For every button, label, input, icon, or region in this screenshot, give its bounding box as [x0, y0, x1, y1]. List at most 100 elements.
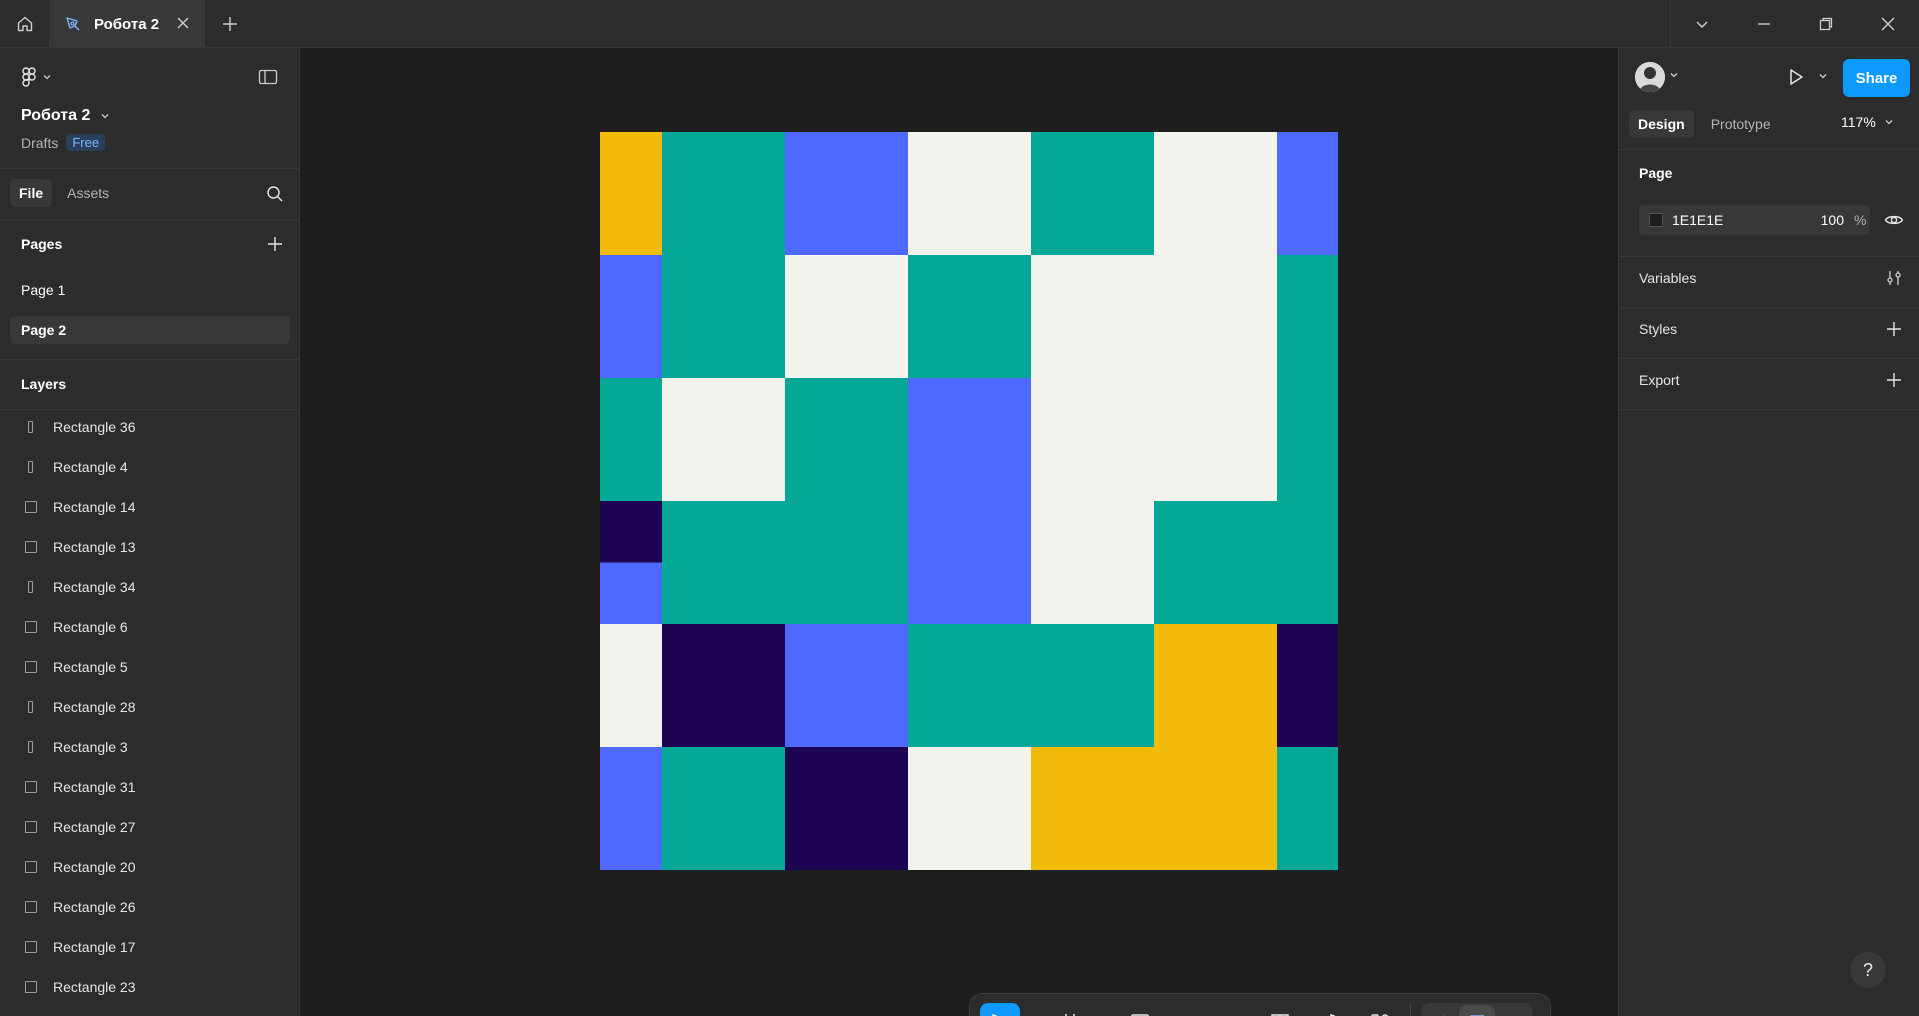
tab-design[interactable]: Design — [1629, 110, 1694, 138]
artboard[interactable] — [600, 132, 1338, 870]
zoom-menu[interactable]: 117% — [1841, 114, 1894, 130]
styles-label[interactable]: Styles — [1639, 321, 1677, 337]
export-label[interactable]: Export — [1639, 372, 1679, 388]
layer-item[interactable]: Rectangle 6 — [0, 607, 299, 647]
layer-item[interactable]: Rectangle 31 — [0, 767, 299, 807]
frame-tool[interactable] — [1050, 1003, 1090, 1016]
artboard-rectangle[interactable] — [661, 624, 785, 747]
artboard-rectangle[interactable] — [600, 747, 662, 870]
file-location[interactable]: Drafts — [21, 135, 58, 151]
layer-item[interactable]: Rectangle 5 — [0, 647, 299, 687]
layer-item[interactable]: Rectangle 14 — [0, 487, 299, 527]
layer-item[interactable]: Rectangle 26 — [0, 887, 299, 927]
artboard-rectangle[interactable] — [784, 378, 908, 501]
tab-prototype[interactable]: Prototype — [1702, 110, 1780, 138]
layer-item[interactable]: Rectangle 4 — [0, 447, 299, 487]
tabs-menu-button[interactable] — [1671, 0, 1733, 48]
add-style-button[interactable] — [1885, 320, 1903, 338]
pages-header[interactable]: Pages — [21, 236, 62, 252]
artboard-rectangle[interactable] — [600, 255, 662, 378]
page-item-page-1[interactable]: Page 1 — [10, 276, 290, 304]
artboard-rectangle[interactable] — [784, 255, 908, 378]
file-tab[interactable]: Робота 2 — [50, 0, 205, 48]
home-button[interactable] — [0, 0, 50, 48]
layer-item[interactable]: Rectangle 20 — [0, 847, 299, 887]
artboard-rectangle[interactable] — [1276, 378, 1338, 501]
artboard-rectangle[interactable] — [600, 624, 662, 747]
move-tool-menu[interactable] — [1020, 1003, 1038, 1016]
artboard-rectangle[interactable] — [784, 624, 908, 747]
layer-item[interactable]: Rectangle 34 — [0, 567, 299, 607]
artboard-rectangle[interactable] — [600, 378, 662, 501]
present-button[interactable] — [1786, 67, 1806, 87]
fill-swatch[interactable] — [1649, 213, 1663, 227]
share-button[interactable]: Share — [1843, 59, 1910, 97]
text-tool[interactable] — [1260, 1003, 1300, 1016]
tab-file[interactable]: File — [10, 179, 53, 207]
tab-assets[interactable]: Assets — [58, 179, 118, 207]
artboard-rectangle[interactable] — [1276, 624, 1338, 747]
canvas[interactable] — [300, 48, 1618, 1016]
visibility-toggle[interactable] — [1884, 212, 1904, 228]
artboard-rectangle[interactable] — [661, 501, 785, 624]
frame-tool-menu[interactable] — [1090, 1003, 1108, 1016]
page-fill-field[interactable]: 1E1E1E 100 % — [1639, 205, 1870, 235]
window-close-button[interactable] — [1857, 0, 1919, 48]
page-item-page-2[interactable]: Page 2 — [10, 316, 290, 344]
variables-label[interactable]: Variables — [1639, 270, 1696, 286]
rectangle-tool[interactable] — [1120, 1003, 1160, 1016]
shape-tool-menu[interactable] — [1160, 1003, 1178, 1016]
chevron-down-icon[interactable] — [1818, 71, 1828, 81]
add-page-button[interactable] — [266, 235, 284, 253]
artboard-rectangle[interactable] — [784, 501, 908, 624]
minimize-button[interactable] — [1733, 0, 1795, 48]
layer-item[interactable]: Rectangle 28 — [0, 687, 299, 727]
avatar[interactable] — [1635, 62, 1665, 92]
fill-hex-value[interactable]: 1E1E1E — [1672, 212, 1802, 228]
artboard-rectangle[interactable] — [1030, 255, 1154, 378]
close-icon[interactable] — [174, 14, 192, 32]
artboard-rectangle[interactable] — [1030, 378, 1154, 501]
artboard-rectangle[interactable] — [1030, 624, 1154, 747]
artboard-rectangle[interactable] — [661, 378, 785, 501]
comment-tool[interactable] — [1310, 1003, 1350, 1016]
file-name-button[interactable]: Робота 2 — [21, 107, 110, 125]
artboard-rectangle[interactable] — [1030, 501, 1154, 624]
main-menu-button[interactable] — [20, 66, 52, 88]
artboard-rectangle[interactable] — [907, 132, 1031, 255]
move-tool[interactable] — [980, 1003, 1020, 1016]
artboard-rectangle[interactable] — [661, 747, 785, 870]
artboard-rectangle[interactable] — [907, 378, 1031, 501]
draw-mode-button[interactable] — [1423, 1005, 1459, 1016]
artboard-rectangle[interactable] — [907, 624, 1031, 747]
artboard-rectangle[interactable] — [1030, 747, 1154, 870]
layer-item[interactable]: Rectangle 17 — [0, 927, 299, 967]
toggle-sidebar-button[interactable] — [258, 68, 278, 86]
pen-tool[interactable] — [1190, 1003, 1230, 1016]
artboard-rectangle[interactable] — [1030, 132, 1154, 255]
artboard-rectangle[interactable] — [1276, 255, 1338, 378]
fill-opacity-value[interactable]: 100 — [1804, 212, 1844, 228]
design-mode-button[interactable] — [1459, 1005, 1495, 1016]
variables-settings-button[interactable] — [1885, 269, 1903, 287]
chevron-down-icon[interactable] — [1669, 70, 1679, 80]
restore-button[interactable] — [1795, 0, 1857, 48]
artboard-rectangle[interactable] — [1276, 501, 1338, 624]
artboard-rectangle[interactable] — [600, 132, 662, 255]
layer-item[interactable]: Rectangle 23 — [0, 967, 299, 1007]
artboard-rectangle[interactable] — [1153, 255, 1277, 378]
artboard-rectangle[interactable] — [1153, 378, 1277, 501]
artboard-rectangle[interactable] — [1153, 624, 1277, 747]
artboard-rectangle[interactable] — [1153, 501, 1277, 624]
help-button[interactable]: ? — [1850, 952, 1886, 988]
artboard-rectangle[interactable] — [907, 255, 1031, 378]
artboard-rectangle[interactable] — [784, 132, 908, 255]
layer-item[interactable]: Rectangle 36 — [0, 407, 299, 447]
plan-badge[interactable]: Free — [66, 134, 106, 151]
artboard-rectangle[interactable] — [1276, 132, 1338, 255]
dev-mode-button[interactable] — [1495, 1005, 1531, 1016]
artboard-rectangle[interactable] — [1153, 132, 1277, 255]
actions-tool[interactable] — [1360, 1003, 1400, 1016]
pen-tool-menu[interactable] — [1230, 1003, 1248, 1016]
add-export-button[interactable] — [1885, 371, 1903, 389]
